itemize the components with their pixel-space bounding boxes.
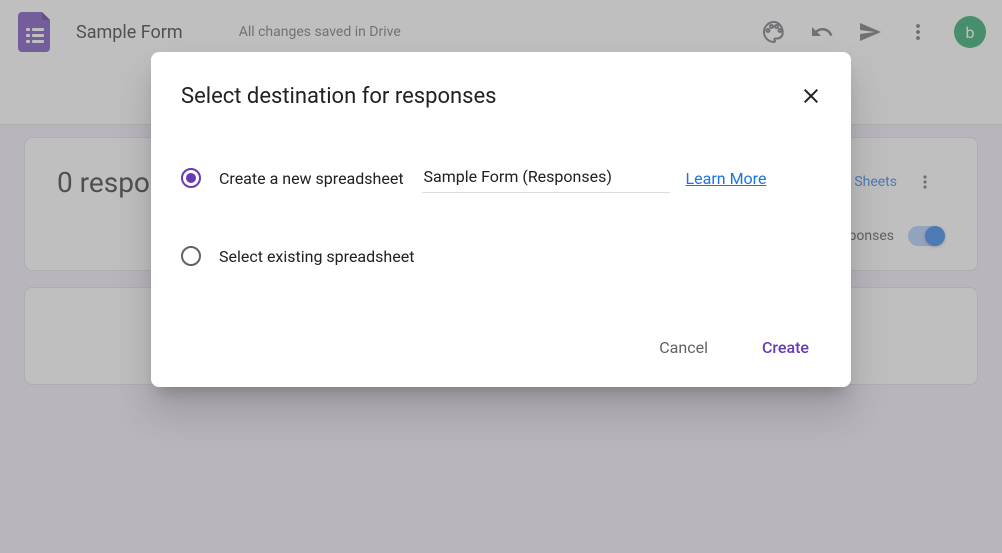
spreadsheet-name-input[interactable] [422, 163, 670, 193]
option-existing-spreadsheet[interactable]: Select existing spreadsheet [181, 234, 843, 278]
modal-title: Select destination for responses [181, 84, 497, 109]
radio-existing[interactable] [181, 246, 201, 266]
cancel-button[interactable]: Cancel [647, 330, 720, 365]
create-button[interactable]: Create [750, 330, 821, 365]
option-existing-label: Select existing spreadsheet [219, 247, 414, 266]
option-new-spreadsheet[interactable]: Create a new spreadsheet Learn More [181, 156, 843, 200]
option-new-label: Create a new spreadsheet [219, 169, 404, 188]
radio-new[interactable] [181, 168, 201, 188]
destination-modal: Select destination for responses Create … [151, 52, 851, 387]
close-icon[interactable] [791, 76, 831, 116]
learn-more-link[interactable]: Learn More [686, 169, 767, 188]
